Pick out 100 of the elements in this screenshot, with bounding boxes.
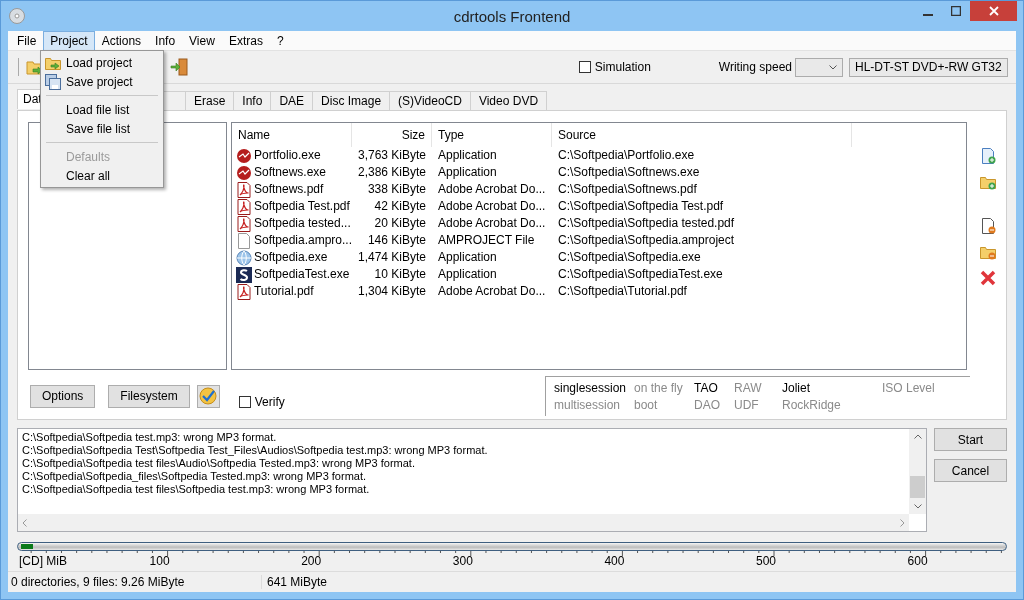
menu-item[interactable]: Info <box>148 30 183 51</box>
menu-item[interactable]: Extras <box>221 30 270 51</box>
pdf-file-icon <box>236 283 252 300</box>
horizontal-scrollbar[interactable] <box>18 514 909 531</box>
file-size: 10 KiByte <box>373 266 427 283</box>
caret-icon <box>829 64 837 70</box>
status-text: 0 directories, 9 files: 9.26 MiByte <box>8 575 262 589</box>
scroll-left-icon[interactable] <box>22 518 27 527</box>
menu-entry[interactable]: Clear all <box>43 166 161 185</box>
file-name: Softnews.exe <box>254 164 327 181</box>
simulation-checkbox[interactable]: Simulation <box>578 60 651 74</box>
add-folder-icon[interactable] <box>980 174 997 190</box>
minimize-icon <box>923 13 933 16</box>
file-size: 20 KiByte <box>373 215 427 232</box>
scroll-right-icon[interactable] <box>900 518 905 527</box>
file-name: Softnews.pdf <box>254 181 324 198</box>
session-flag-label: singlesession <box>554 380 628 396</box>
window-title: cdrtools Frontend <box>452 8 572 25</box>
app-disc-icon <box>236 147 252 164</box>
action-button[interactable]: Cancel <box>934 459 1007 482</box>
pdf-file-icon <box>236 215 252 232</box>
panel-button[interactable]: Options <box>30 384 96 408</box>
file-type: Application <box>437 164 498 181</box>
menu-item[interactable]: View <box>182 30 222 51</box>
menu-item[interactable]: Project <box>43 30 95 51</box>
check-icon-button[interactable] <box>196 384 220 408</box>
scroll-down-icon[interactable] <box>913 504 922 509</box>
column-header[interactable]: Size <box>352 123 432 147</box>
menu-item[interactable]: Actions <box>94 30 149 51</box>
menu-entry[interactable]: Load project <box>43 53 161 72</box>
file-type: Adobe Acrobat Do... <box>437 181 547 198</box>
verify-checkbox[interactable]: Verify <box>238 395 285 409</box>
add-file-icon[interactable] <box>980 148 997 164</box>
file-source: C:\Softpedia\Softpedia tested.pdf <box>557 215 736 232</box>
scale-label: 500 <box>755 554 776 568</box>
tab[interactable]: Video DVD <box>469 91 548 110</box>
scale-label: 200 <box>301 554 322 568</box>
session-flag-label: on the fly <box>634 380 684 396</box>
vertical-scrollbar[interactable] <box>909 429 926 514</box>
file-size: 1,304 KiByte <box>357 283 428 300</box>
file-size: 42 KiByte <box>373 198 427 215</box>
exit-door-icon[interactable] <box>170 58 188 76</box>
menu-entry[interactable]: Save file list <box>43 119 161 138</box>
file-source: C:\Softpedia\SoftpediaTest.exe <box>557 266 724 283</box>
remove-folder-icon[interactable] <box>980 244 997 260</box>
file-type: Application <box>437 249 498 266</box>
column-header[interactable]: Type <box>432 123 552 147</box>
app-disc-icon <box>236 164 252 181</box>
file-type: Application <box>437 147 498 164</box>
blank-file-icon <box>236 232 252 249</box>
file-source: C:\Softpedia\Tutorial.pdf <box>557 283 688 300</box>
log-line: C:\Softpedia\Softpedia test files\Softpedia test.mp3: wrong MP3 format. <box>22 483 370 496</box>
file-name: Softpedia Test.pdf <box>254 198 350 215</box>
maximize-icon <box>951 6 961 16</box>
file-source: C:\Softpedia\Softpedia.amproject <box>557 232 736 249</box>
session-flag-label: UDF <box>734 397 760 413</box>
menu-item[interactable]: File <box>10 30 44 51</box>
scale-label: 600 <box>907 554 928 568</box>
scroll-up-icon[interactable] <box>913 434 922 439</box>
tab[interactable]: Disc Image <box>312 91 391 110</box>
file-type: Adobe Acrobat Do... <box>437 198 547 215</box>
scale-label: 100 <box>149 554 170 568</box>
file-size: 3,763 KiByte <box>357 147 428 164</box>
scale-unit: [CD] MiB <box>19 554 67 568</box>
writing-speed-label: Writing speed <box>718 60 792 74</box>
status-text: 641 MiByte <box>266 575 329 589</box>
action-button[interactable]: Start <box>934 428 1007 451</box>
tab[interactable]: (S)VideoCD <box>389 91 471 110</box>
menu-entry[interactable]: Save project <box>43 72 161 91</box>
menu-entry[interactable]: Load file list <box>43 100 161 119</box>
remove-file-icon[interactable] <box>980 218 997 234</box>
close-button[interactable] <box>970 1 1017 21</box>
file-type: Adobe Acrobat Do... <box>437 283 547 300</box>
menu-item[interactable]: ? <box>269 30 291 51</box>
writing-speed-dropdown[interactable] <box>795 57 843 77</box>
session-flag-label: DAO <box>694 397 721 413</box>
file-type: Application <box>437 266 498 283</box>
file-name: Softpedia.ampro... <box>254 232 353 249</box>
session-flag-label: multisession <box>554 397 622 413</box>
letter-tile-icon <box>236 266 252 283</box>
file-type: Adobe Acrobat Do... <box>437 215 547 232</box>
disc-icon <box>9 8 25 24</box>
panel-button[interactable]: Filesystem <box>108 384 190 408</box>
scroll-thumb[interactable] <box>910 476 925 498</box>
column-header[interactable]: Source <box>552 123 852 147</box>
file-size: 146 KiByte <box>366 232 427 249</box>
file-source: C:\Softpedia\Softnews.exe <box>557 164 701 181</box>
pdf-file-icon <box>236 198 252 215</box>
log-line: C:\Softpedia\Softpedia_files\Softpedia Tested.mp3: wrong MP3 format. <box>22 470 367 483</box>
drive-dropdown[interactable]: HL-DT-ST DVD+-RW GT32 <box>849 57 1008 77</box>
log-line: C:\Softpedia\Softpedia test files\Audio\Softpedia Tested.mp3: wrong MP3 format. <box>22 457 415 470</box>
scale-label: 300 <box>452 554 473 568</box>
pdf-file-icon <box>236 181 252 198</box>
file-source: C:\Softpedia\Softpedia.exe <box>557 249 702 266</box>
file-name: Portfolio.exe <box>254 147 321 164</box>
column-header[interactable]: Name <box>232 123 352 147</box>
close-icon <box>988 6 999 16</box>
delete-icon[interactable] <box>980 270 997 286</box>
file-type: AMPROJECT File <box>437 232 536 249</box>
session-flag-label: ISO Level <box>882 380 936 396</box>
